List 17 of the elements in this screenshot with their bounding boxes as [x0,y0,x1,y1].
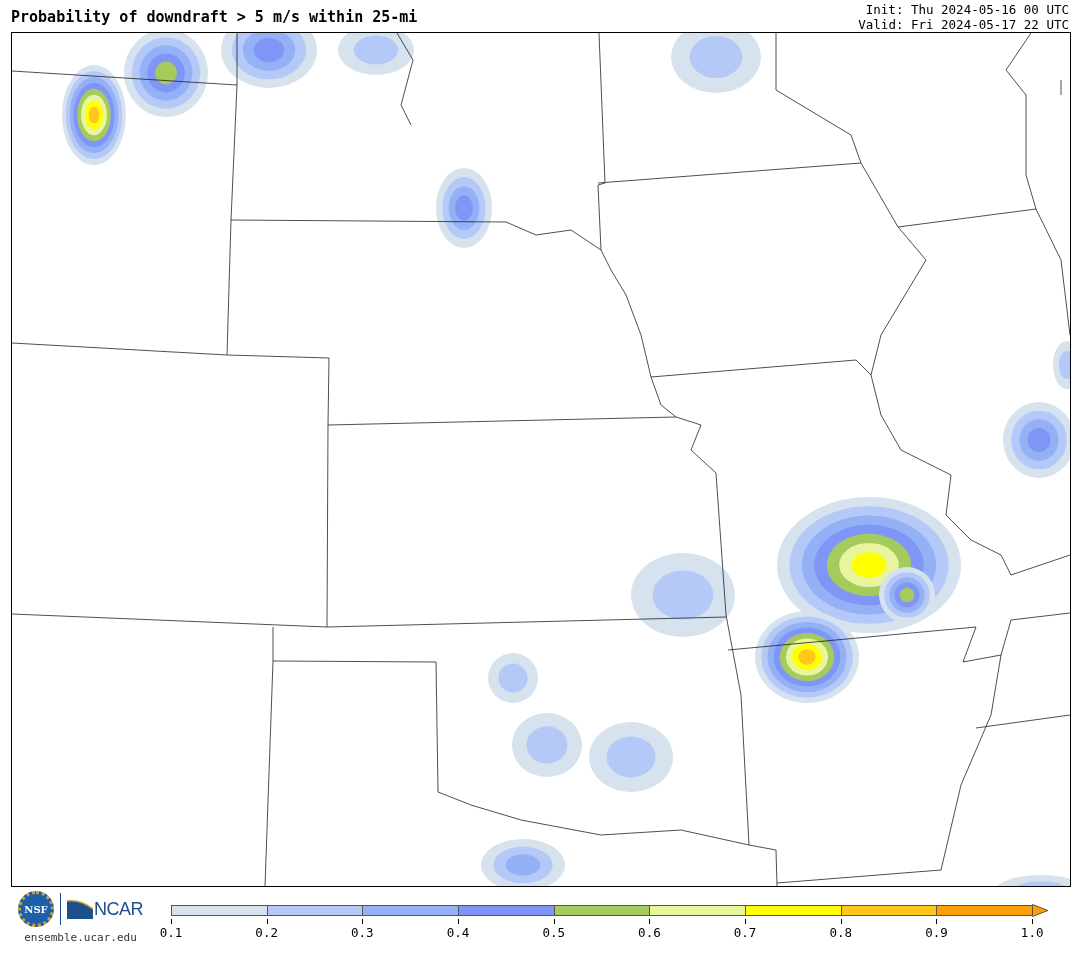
init-time: Init: Thu 2024-05-16 00 UTC [865,2,1069,17]
colorbar-tick-label: 0.1 [159,925,183,940]
colorbar-tick-label: 0.2 [255,925,278,940]
colorbar-tick-label: 0.6 [638,925,661,940]
valid-time: Valid: Fri 2024-05-17 22 UTC [858,17,1069,32]
colorbar-tick-label: 0.5 [542,925,565,940]
ncar-logo-icon [66,899,93,919]
colorbar-tick-label: 0.7 [733,925,757,940]
nsf-logo: NSF [17,891,54,927]
ncar-logo-text: NCAR [93,898,143,920]
colorbar-tick-label: 1.0 [1020,925,1044,940]
colorbar-tick-label: 0.4 [446,925,470,940]
colorbar-tick-label: 0.3 [351,925,374,940]
colorbar-tick-label: 0.8 [829,925,853,940]
colorbar-tick-label: 0.9 [925,925,948,940]
website-url: ensemble.ucar.edu [24,931,137,944]
chart-title: Probability of downdraft > 5 m/s within 25-mi [11,8,418,28]
